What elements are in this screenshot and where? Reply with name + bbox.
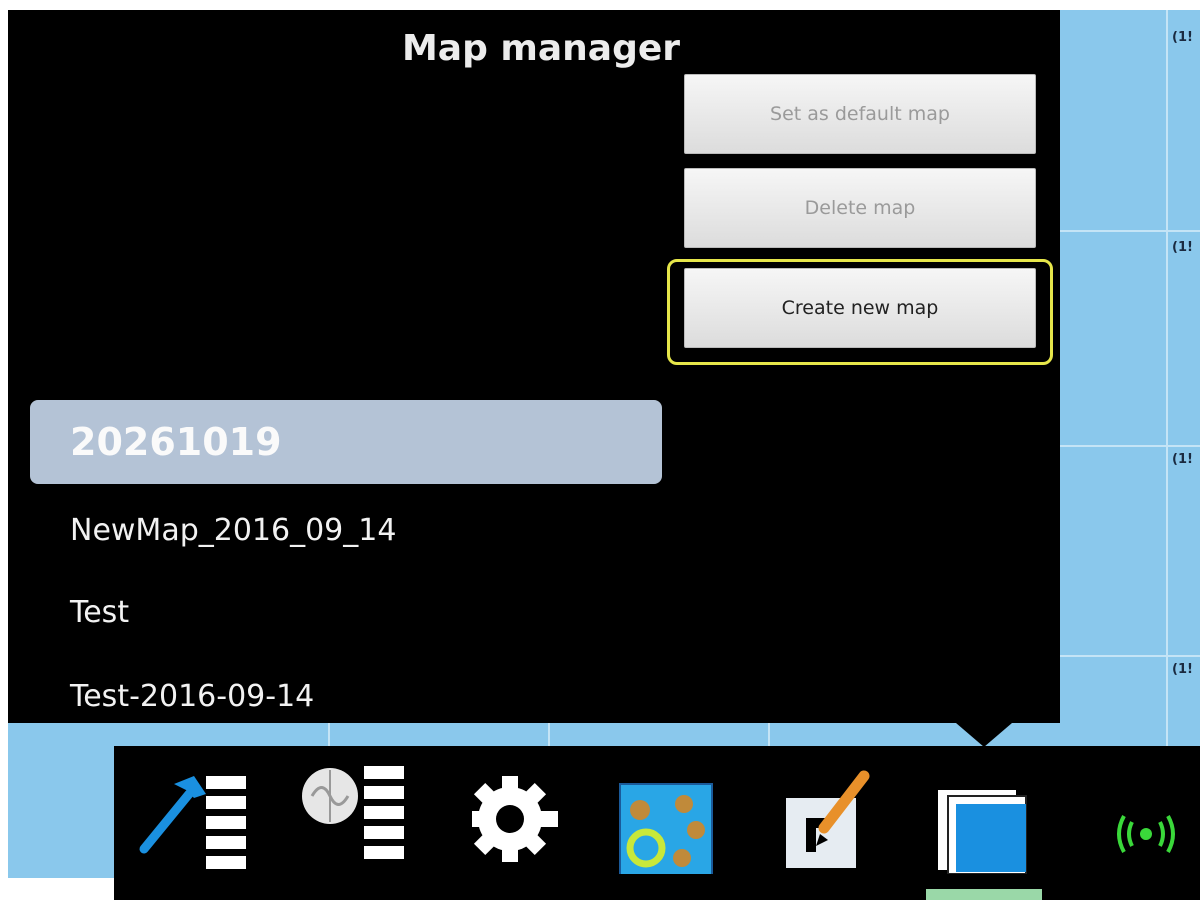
bottom-toolbar	[114, 746, 1200, 900]
map-circles-icon	[619, 783, 713, 877]
set-default-map-button[interactable]: Set as default map	[684, 74, 1036, 154]
map-cell-label: (1!	[1172, 662, 1193, 677]
wireless-signal-icon	[1117, 815, 1175, 853]
tool-map-manager[interactable]	[926, 754, 1046, 875]
tool-hammer-list[interactable]	[134, 754, 254, 874]
edit-pencil-icon	[786, 770, 870, 868]
popup-pointer	[956, 723, 1012, 747]
tool-brain-list[interactable]	[292, 754, 412, 874]
map-list-item[interactable]: 20261019	[30, 400, 662, 484]
brain-list-icon	[302, 766, 404, 859]
panel-title: Map manager	[401, 28, 681, 69]
map-manager-icon	[938, 790, 1027, 875]
active-tab-indicator	[926, 889, 1042, 900]
tool-edit-map[interactable]	[766, 754, 886, 874]
gear-icon	[472, 776, 558, 862]
map-list-item[interactable]: NewMap_2016_09_14	[30, 488, 662, 572]
tool-map-view[interactable]	[608, 754, 728, 877]
map-list-item[interactable]: Test	[30, 570, 662, 654]
map-cell-label: (1!	[1172, 30, 1193, 45]
map-manager-panel: Map manager Set as default map Delete ma…	[8, 10, 1060, 723]
map-list-item[interactable]: Test-2016-09-14	[30, 654, 662, 738]
hammer-list-icon	[139, 776, 246, 869]
map-cell-label: (1!	[1172, 452, 1193, 467]
tool-connection[interactable]	[1084, 754, 1200, 874]
map-cell-label: (1!	[1172, 240, 1193, 255]
delete-map-button[interactable]: Delete map	[684, 168, 1036, 248]
create-new-map-button[interactable]: Create new map	[684, 268, 1036, 348]
tool-settings[interactable]	[450, 754, 570, 874]
